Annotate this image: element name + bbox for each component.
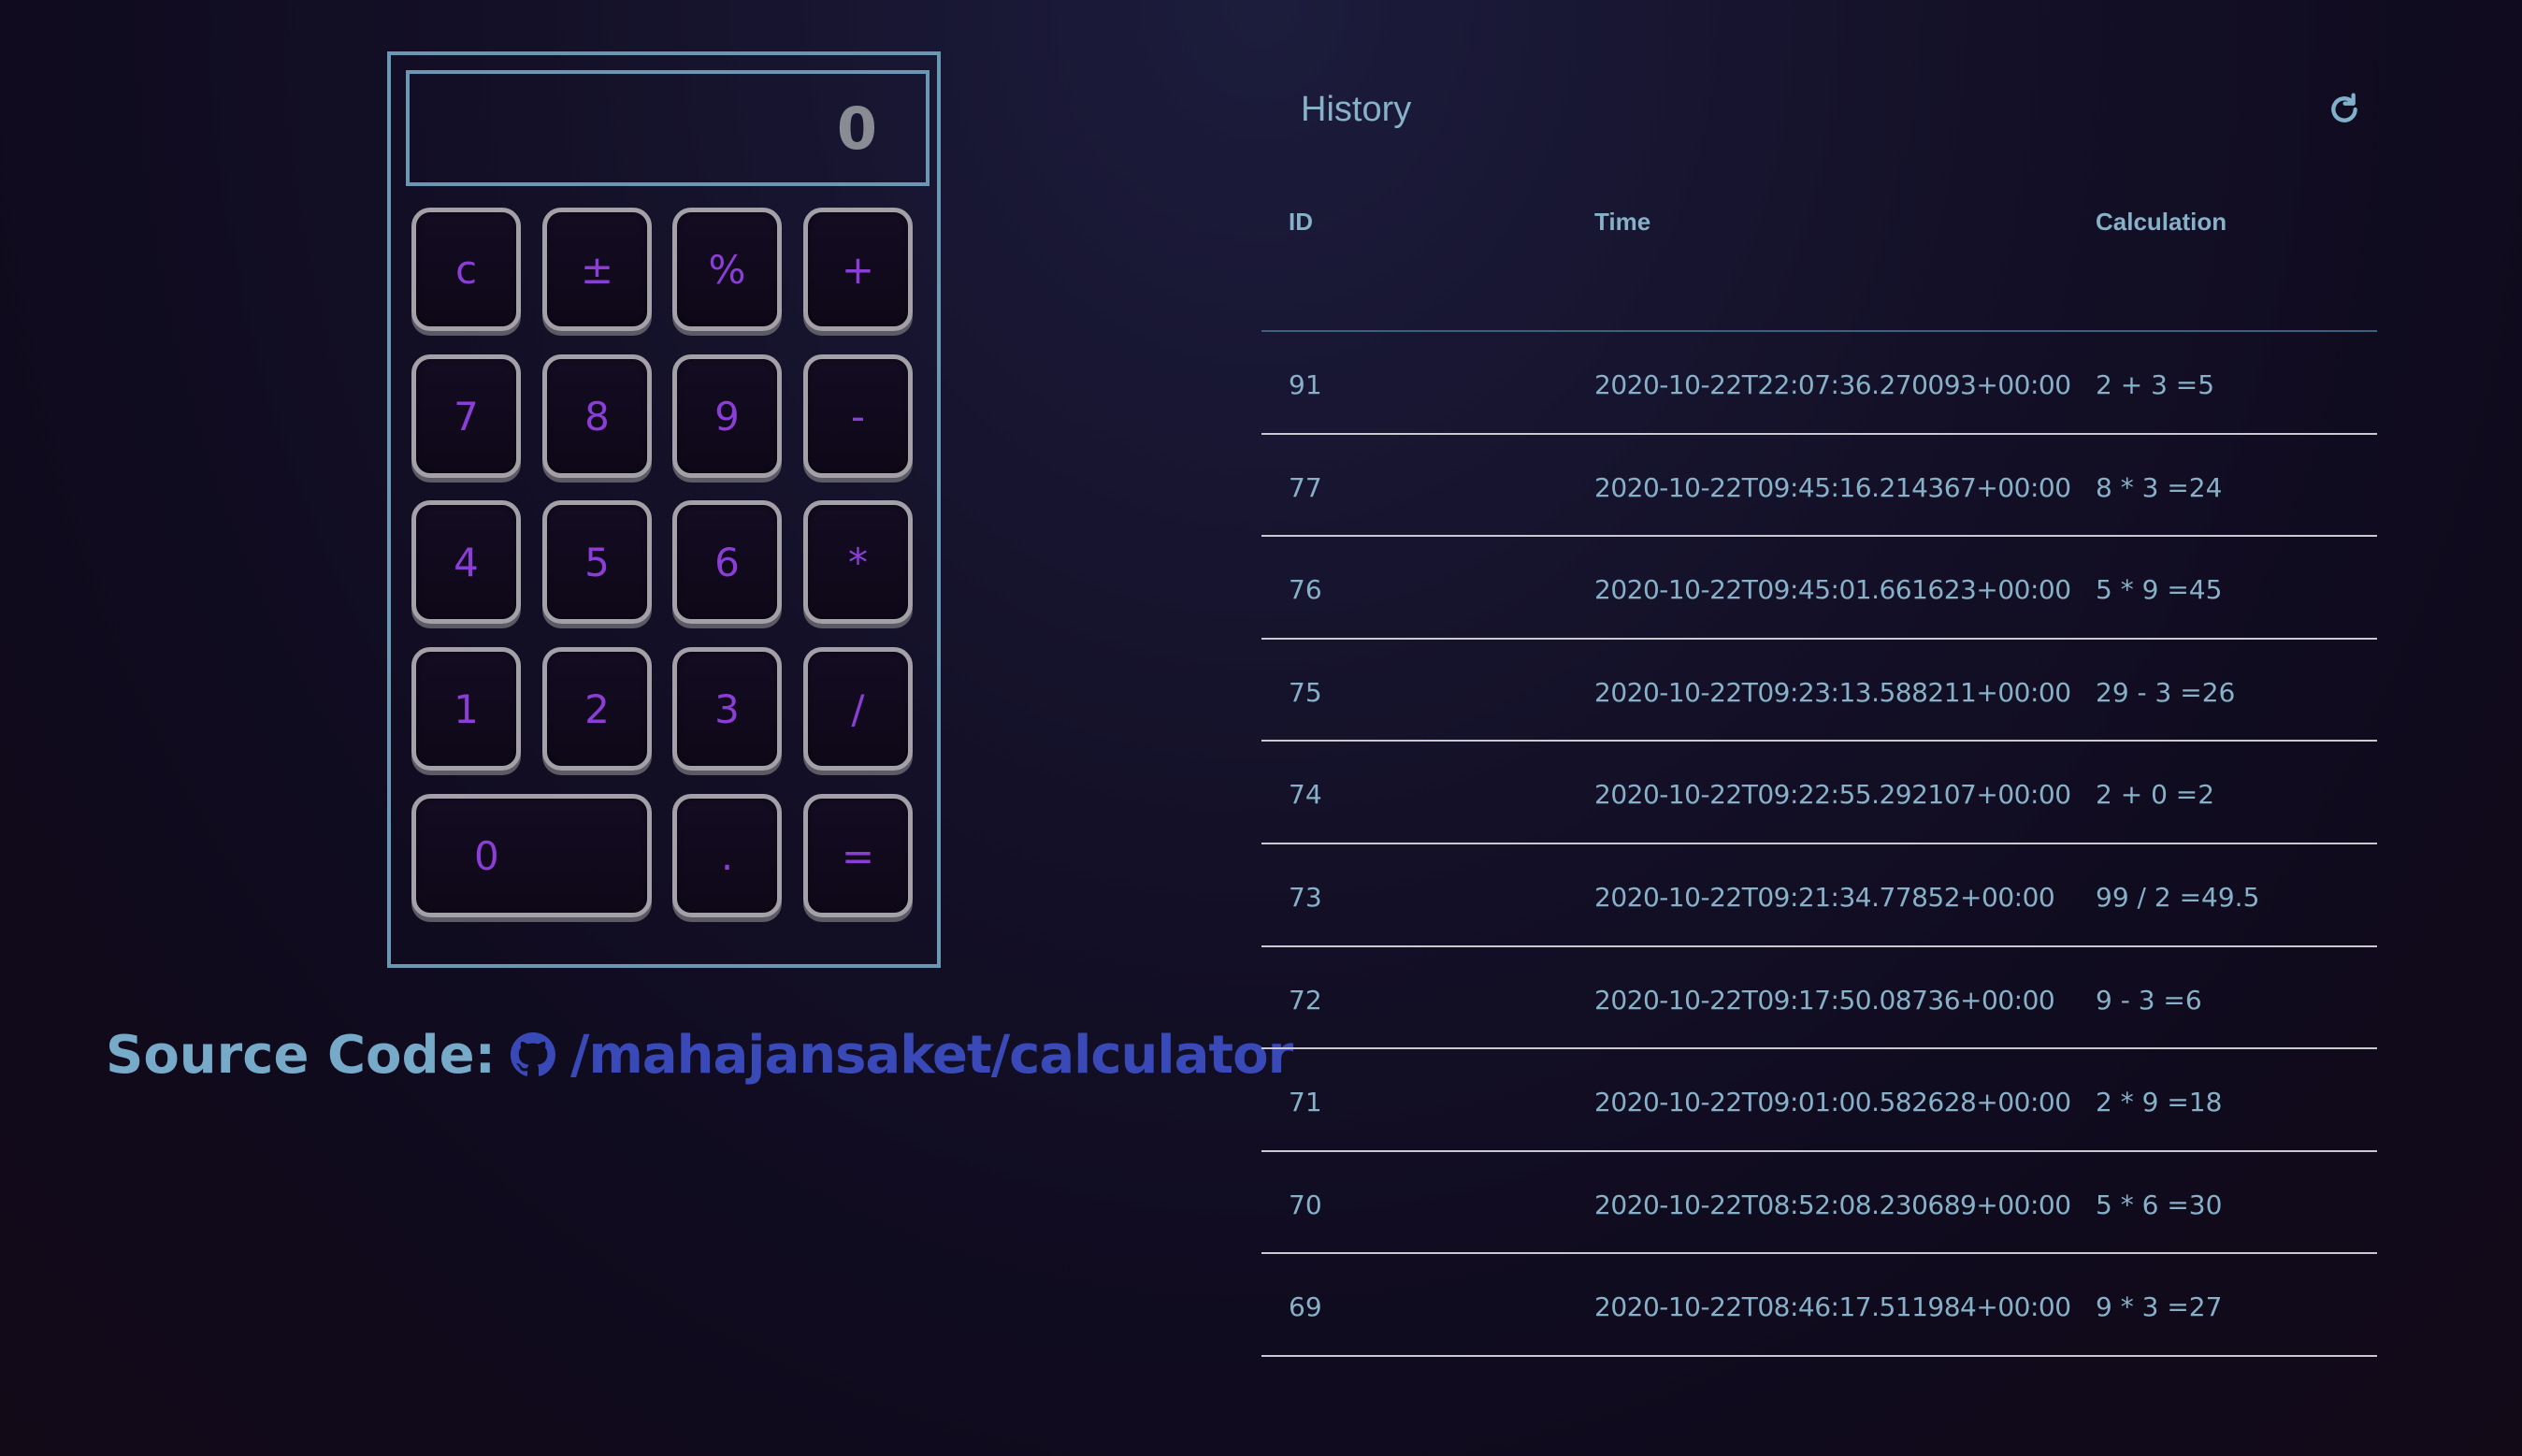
history-title: History <box>1301 90 1412 129</box>
history-table-body: 91 2020-10-22T22:07:36.270093+00:00 2 + 3 … <box>1261 332 2377 1357</box>
github-icon <box>511 1032 555 1076</box>
cell-id: 91 <box>1289 369 1322 400</box>
history-row: 76 2020-10-22T09:45:01.661623+00:00 5 * 9 … <box>1261 537 2377 640</box>
cell-time: 2020-10-22T08:46:17.511984+00:00 <box>1594 1291 2071 1323</box>
sign-toggle-key[interactable]: ± <box>542 208 652 331</box>
cell-time: 2020-10-22T09:45:16.214367+00:00 <box>1594 471 2071 503</box>
cell-calculation: 9 * 3 =27 <box>2096 1291 2223 1323</box>
history-row: 71 2020-10-22T09:01:00.582628+00:00 2 * 9 … <box>1261 1049 2377 1152</box>
source-code-link-text: /mahajansaket/calculator <box>570 1024 1293 1086</box>
source-code-label: Source Code: <box>106 1024 496 1086</box>
equals-key[interactable]: = <box>803 794 913 917</box>
cell-calculation: 8 * 3 =24 <box>2096 471 2223 503</box>
cell-time: 2020-10-22T09:21:34.77852+00:00 <box>1594 881 2055 913</box>
add-key[interactable]: + <box>803 208 913 331</box>
history-row: 70 2020-10-22T08:52:08.230689+00:00 5 * 6 … <box>1261 1152 2377 1255</box>
column-header-id: ID <box>1289 208 1313 236</box>
digit-0-key[interactable]: 0 <box>411 794 652 917</box>
cell-id: 71 <box>1289 1087 1322 1118</box>
digit-7-key[interactable]: 7 <box>411 354 521 478</box>
cell-time: 2020-10-22T09:22:55.292107+00:00 <box>1594 779 2071 811</box>
digit-8-key[interactable]: 8 <box>542 354 652 478</box>
percent-key[interactable]: % <box>672 208 782 331</box>
column-header-time: Time <box>1594 208 1651 236</box>
clear-key[interactable]: c <box>411 208 521 331</box>
cell-calculation: 2 + 3 =5 <box>2096 369 2215 400</box>
subtract-key[interactable]: - <box>803 354 913 478</box>
history-row: 91 2020-10-22T22:07:36.270093+00:00 2 + 3 … <box>1261 332 2377 435</box>
history-row: 77 2020-10-22T09:45:16.214367+00:00 8 * 3 … <box>1261 435 2377 538</box>
cell-id: 69 <box>1289 1291 1322 1323</box>
cell-time: 2020-10-22T09:17:50.08736+00:00 <box>1594 984 2055 1016</box>
cell-time: 2020-10-22T09:45:01.661623+00:00 <box>1594 574 2071 606</box>
cell-id: 75 <box>1289 676 1322 708</box>
cell-id: 77 <box>1289 471 1322 503</box>
digit-3-key[interactable]: 3 <box>672 647 782 771</box>
column-header-calculation: Calculation <box>2096 208 2227 236</box>
digit-4-key[interactable]: 4 <box>411 500 521 624</box>
history-row: 73 2020-10-22T09:21:34.77852+00:00 99 / 2 … <box>1261 844 2377 947</box>
cell-calculation: 9 - 3 =6 <box>2096 984 2202 1016</box>
history-row: 69 2020-10-22T08:46:17.511984+00:00 9 * 3 … <box>1261 1254 2377 1357</box>
refresh-icon[interactable] <box>2326 91 2363 128</box>
decimal-key[interactable]: . <box>672 794 782 917</box>
cell-id: 76 <box>1289 574 1322 606</box>
keypad: c ±% +7 8 9- 4 5 6 * 1 2 3/ 0. = <box>391 55 937 964</box>
cell-calculation: 2 * 9 =18 <box>2096 1087 2223 1118</box>
cell-id: 72 <box>1289 984 1322 1016</box>
history-row: 74 2020-10-22T09:22:55.292107+00:00 2 + 0 … <box>1261 742 2377 844</box>
history-panel: History ID Time Calculation 91 2020-10-22… <box>1261 56 2377 1365</box>
cell-calculation: 99 / 2 =49.5 <box>2096 881 2260 913</box>
cell-time: 2020-10-22T09:01:00.582628+00:00 <box>1594 1087 2071 1118</box>
digit-5-key[interactable]: 5 <box>542 500 652 624</box>
cell-calculation: 5 * 9 =45 <box>2096 574 2223 606</box>
cell-id: 74 <box>1289 779 1322 811</box>
digit-2-key[interactable]: 2 <box>542 647 652 771</box>
history-row: 75 2020-10-22T09:23:13.588211+00:00 29 - 3… <box>1261 640 2377 742</box>
calculator: 0 c ±% +7 8 9- 4 5 6 * 1 2 3/ 0. = <box>387 51 941 968</box>
history-row: 72 2020-10-22T09:17:50.08736+00:00 9 - 3 =… <box>1261 947 2377 1050</box>
source-code-link[interactable]: /mahajansaket/calculator <box>511 1024 1293 1086</box>
cell-time: 2020-10-22T22:07:36.270093+00:00 <box>1594 369 2071 400</box>
cell-id: 70 <box>1289 1189 1322 1220</box>
cell-time: 2020-10-22T09:23:13.588211+00:00 <box>1594 676 2071 708</box>
digit-1-key[interactable]: 1 <box>411 647 521 771</box>
history-table-header: ID Time Calculation <box>1261 196 2377 332</box>
cell-time: 2020-10-22T08:52:08.230689+00:00 <box>1594 1189 2071 1220</box>
digit-6-key[interactable]: 6 <box>672 500 782 624</box>
cell-calculation: 2 + 0 =2 <box>2096 779 2215 811</box>
multiply-key[interactable]: * <box>803 500 913 624</box>
cell-calculation: 29 - 3 =26 <box>2096 676 2236 708</box>
divide-key[interactable]: / <box>803 647 913 771</box>
source-code-line: Source Code: /mahajansaket/calculator <box>106 1017 1293 1092</box>
cell-calculation: 5 * 6 =30 <box>2096 1189 2223 1220</box>
cell-id: 73 <box>1289 881 1322 913</box>
digit-9-key[interactable]: 9 <box>672 354 782 478</box>
